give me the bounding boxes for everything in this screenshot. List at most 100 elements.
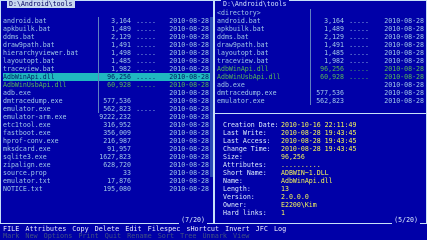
file-name: dmtracedump.exe: [3, 97, 63, 105]
file-row[interactable]: draw9path.bat 1,491..... 2010-08-28: [3, 41, 211, 49]
file-row[interactable]: fastboot.exe 356,009 2010-08-28: [3, 129, 211, 137]
file-attrs: .....: [136, 25, 156, 33]
file-name: ddms.bat: [217, 33, 249, 41]
file-size: 356,009: [103, 129, 131, 137]
file-row[interactable]: <directory>: [217, 9, 424, 17]
file-size: 1,491: [111, 41, 131, 49]
info-value: 2.0.0.0: [281, 193, 309, 201]
file-row[interactable]: android.bat 3,164..... 2010-08-28: [217, 17, 424, 25]
file-name: NOTICE.txt: [3, 185, 43, 193]
file-name: AdbWinApi.dll: [3, 73, 55, 81]
file-row[interactable]: AdbWinApi.dll 96,256..... 2010-08-28: [3, 73, 211, 81]
file-row[interactable]: ddms.bat 2,129..... 2010-08-28: [3, 33, 211, 41]
file-date: 2010-08-28: [169, 105, 209, 113]
file-row[interactable]: emulator.txt 17,876 2010-08-28: [3, 177, 211, 185]
info-label: Version:: [223, 193, 255, 201]
file-name: mksdcard.exe: [3, 145, 51, 153]
info-label: Size:: [223, 153, 243, 161]
file-row[interactable]: hierarchyviewer.bat 1,498..... 2010-08-28: [3, 49, 211, 57]
file-name: emulator.txt: [3, 177, 51, 185]
file-date: 2010-08-28: [169, 17, 209, 25]
file-date: 2010-08-28: [169, 81, 209, 89]
file-attrs: [131, 113, 161, 121]
file-attrs: .....: [349, 41, 369, 49]
file-date: 2010-08-28: [169, 57, 209, 65]
file-row[interactable]: apkbuilk.bat 1,489..... 2010-08-28: [3, 25, 211, 33]
file-row[interactable]: adb.exe 2010-08-28: [217, 81, 424, 89]
command-print[interactable]: Print: [75, 233, 101, 240]
command-sort[interactable]: Sort: [155, 233, 177, 240]
file-row[interactable]: emulator.exe 562,823..... 2010-08-28: [3, 105, 211, 113]
file-row[interactable]: hprof-conv.exe 216,987 2010-08-28: [3, 137, 211, 145]
file-row[interactable]: AdbWinApi.dll 96,256..... 2010-08-28: [217, 65, 424, 73]
file-row[interactable]: dmtracedump.exe 577,536 2010-08-28: [217, 89, 424, 97]
file-name: sqlite3.exe: [3, 153, 47, 161]
file-row[interactable]: draw9path.bat 1,491..... 2010-08-28: [217, 41, 424, 49]
right-file-panel[interactable]: D:\Android\tools <directory> android.bat 3…: [214, 0, 427, 224]
file-date: 2010-08-28: [169, 33, 209, 41]
left-scrollbar[interactable]: [210, 17, 213, 177]
file-name: adb.exe: [3, 89, 31, 97]
file-attrs: [131, 177, 161, 185]
file-size: 60,928: [107, 81, 131, 89]
file-row[interactable]: layoutopt.bat 1,485..... 2010-08-28: [217, 49, 424, 57]
left-file-panel[interactable]: D:\Android\tools android.bat 3,164..... 20…: [0, 0, 214, 224]
file-row[interactable]: layoutopt.bat 1,485..... 2010-08-28: [3, 57, 211, 65]
file-date: 2010-08-28: [169, 41, 209, 49]
file-name: source.prop: [3, 169, 47, 177]
file-row[interactable]: zipalign.exe 628,720 2010-08-28: [3, 161, 211, 169]
command-tree[interactable]: Tree: [177, 233, 199, 240]
file-date: 2010-08-28: [384, 33, 424, 41]
file-row[interactable]: mksdcard.exe 91,957 2010-08-28: [3, 145, 211, 153]
file-row[interactable]: NOTICE.txt 195,080 2010-08-28: [3, 185, 211, 193]
info-row: Last Write: 2010-08-28 19:43:45: [223, 129, 422, 137]
command-view[interactable]: View: [230, 233, 252, 240]
info-label: Creation Date:: [223, 121, 279, 129]
info-label: Short Name:: [223, 169, 267, 177]
file-size: 562,823: [103, 105, 131, 113]
file-name: emulator-arm.exe: [3, 113, 67, 121]
command-options[interactable]: Options: [41, 233, 76, 240]
file-row[interactable]: emulator.exe 562,823 2010-08-28: [217, 97, 424, 105]
file-row[interactable]: apkbuilk.bat 1,489..... 2010-08-28: [217, 25, 424, 33]
file-row[interactable]: traceview.bat 1,982..... 2010-08-28: [3, 65, 211, 73]
file-size: 1,982: [111, 65, 131, 73]
info-value: 1: [281, 209, 285, 217]
file-attrs: [131, 145, 161, 153]
command-jfc[interactable]: JFC: [253, 226, 271, 233]
command-rename[interactable]: Rename: [124, 233, 155, 240]
file-name: draw9path.bat: [3, 41, 55, 49]
info-value: 2010-08-28 19:43:45: [281, 137, 357, 145]
file-row[interactable]: android.bat 3,164..... 2010-08-28: [3, 17, 211, 25]
file-row[interactable]: sqlite3.exe 1627,823 2010-08-28: [3, 153, 211, 161]
file-date: 2010-08-28: [169, 177, 209, 185]
file-size: 1627,823: [99, 153, 131, 161]
file-size: 91,957: [107, 145, 131, 153]
file-attrs: .....: [136, 17, 156, 25]
command-new[interactable]: New: [22, 233, 40, 240]
file-row[interactable]: etc1tool.exe 316,952 2010-08-28: [3, 121, 211, 129]
file-row[interactable]: ddms.bat 2,129..... 2010-08-28: [217, 33, 424, 41]
file-size: 3,164: [111, 17, 131, 25]
info-row: Version: 2.0.0.0: [223, 193, 422, 201]
command-unmark[interactable]: Unmark: [199, 233, 230, 240]
file-row[interactable]: AdbWinUsbApi.dll 60,928..... 2010-08-28: [3, 81, 211, 89]
file-size: 216,987: [103, 137, 131, 145]
file-date: 2010-08-28: [169, 97, 209, 105]
command-bar: FILE Attributes Copy Delete Edit Filespec sHor…: [0, 226, 427, 240]
file-name: emulator.exe: [3, 105, 51, 113]
file-row[interactable]: adb.exe 2010-08-28: [3, 89, 211, 97]
file-size: 33: [123, 169, 131, 177]
file-row[interactable]: traceview.bat 1,982..... 2010-08-28: [217, 57, 424, 65]
file-row[interactable]: source.prop 33 2010-08-28: [3, 169, 211, 177]
file-row[interactable]: emulator-arm.exe 9222,232 2010-08-28: [3, 113, 211, 121]
file-row[interactable]: AdbWinUsbApi.dll 60,928..... 2010-08-28: [217, 73, 424, 81]
info-value: AdbWinApi.dll: [281, 177, 333, 185]
command-log[interactable]: Log: [271, 226, 289, 233]
file-row[interactable]: dmtracedump.exe 577,536 2010-08-28: [3, 97, 211, 105]
file-name: etc1tool.exe: [3, 121, 51, 129]
file-date: [374, 9, 424, 17]
command-quit[interactable]: Quit: [102, 233, 124, 240]
command-mark[interactable]: Mark: [0, 233, 22, 240]
right-file-list: <directory> android.bat 3,164..... 2010-08-…: [217, 9, 424, 105]
